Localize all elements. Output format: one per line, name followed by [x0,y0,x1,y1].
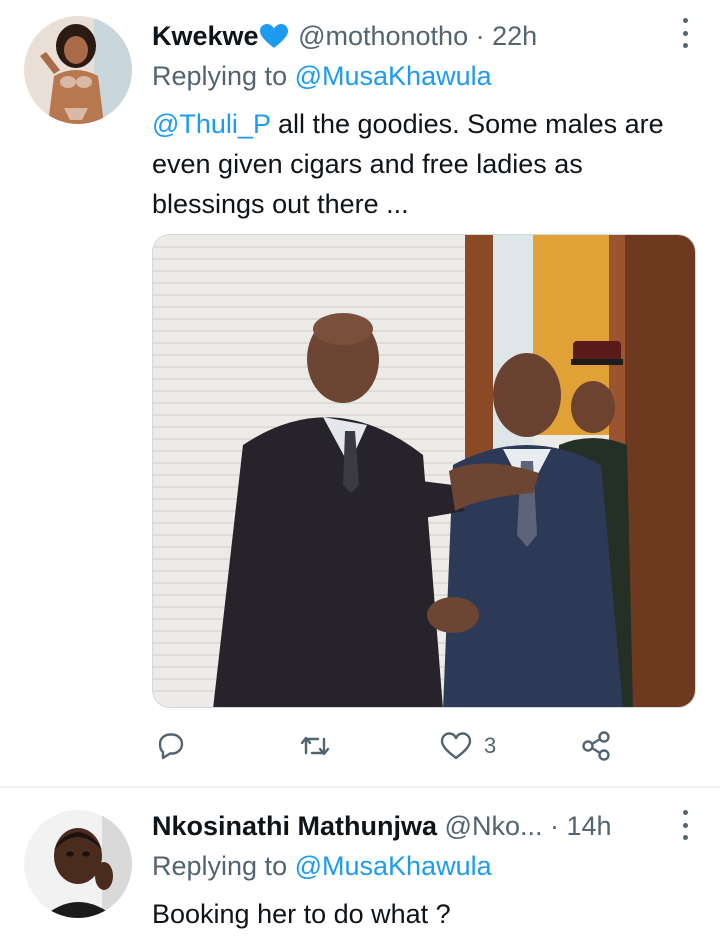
replying-to-line: Replying to @MusaKhawula [152,56,492,96]
tweet-header: Kwekwe @mothonotho · 22h [152,16,660,56]
tweet-header: Nkosinathi Mathunjwa @Nko... · 14h [152,806,660,846]
like-icon [440,731,472,761]
replying-prefix: Replying to [152,61,288,91]
user-handle[interactable]: @mothonotho [298,21,468,51]
tweet-text: @Thuli_P all the goodies. Some males are… [152,104,692,224]
retweet-icon [298,731,332,761]
timestamp[interactable]: 14h [567,811,612,841]
tweet-actions: 3 [152,724,672,768]
like-button[interactable]: 3 [440,724,496,768]
share-icon [580,730,612,762]
tweet-text: Booking her to do what ? [152,894,692,934]
reply-button[interactable] [156,724,198,768]
mention-link[interactable]: @Thuli_P [152,109,270,139]
timestamp[interactable]: 22h [492,21,537,51]
display-name[interactable]: Nkosinathi Mathunjwa [152,811,437,841]
retweet-button[interactable] [298,724,344,768]
tweet-2[interactable]: Nkosinathi Mathunjwa @Nko... · 14h Reply… [0,788,720,936]
user-handle[interactable]: @Nko... [445,811,543,841]
share-button[interactable] [580,724,612,768]
display-name[interactable]: Kwekwe [152,21,259,51]
avatar[interactable] [24,810,132,918]
tweet-1[interactable]: Kwekwe @mothonotho · 22h Replying to @Mu… [0,0,720,786]
replying-to-line: Replying to @MusaKhawula [152,846,492,886]
separator-dot: · [550,811,559,841]
tweet-body: Booking her to do what ? [152,899,451,929]
reply-icon [156,731,186,761]
replying-prefix: Replying to [152,851,288,881]
tweet-photo[interactable] [152,234,696,708]
more-icon[interactable] [680,810,690,840]
more-icon[interactable] [680,18,690,48]
like-count: 3 [484,733,497,758]
blue-heart-icon [259,20,289,60]
replying-to-link[interactable]: @MusaKhawula [295,851,492,881]
separator-dot: · [475,21,485,51]
avatar[interactable] [24,16,132,124]
replying-to-link[interactable]: @MusaKhawula [295,61,492,91]
